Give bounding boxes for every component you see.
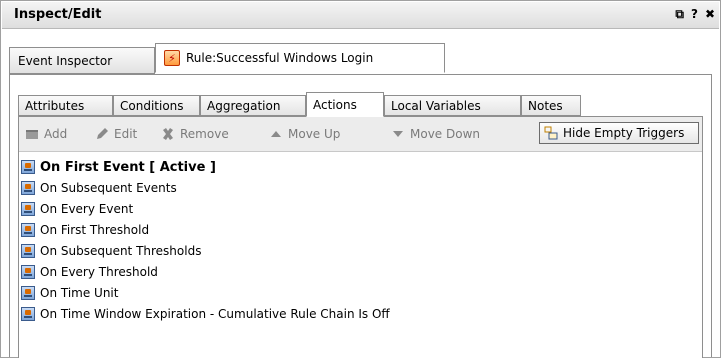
tab-label: Aggregation xyxy=(207,98,281,113)
tab-event-inspector[interactable]: Event Inspector xyxy=(9,47,155,74)
actions-panel: Add Edit Remove Move Up Move Down Hide E… xyxy=(18,116,703,358)
rule-panel: Attributes Conditions Aggregation Action… xyxy=(9,74,712,358)
trigger-label: On First Threshold xyxy=(40,223,150,237)
tab-label: Notes xyxy=(528,98,563,113)
add-icon xyxy=(26,130,38,139)
arrow-down-icon xyxy=(393,131,403,137)
tab-attributes[interactable]: Attributes xyxy=(18,95,113,116)
trigger-icon xyxy=(21,244,35,258)
window-controls: ⧉ ? ✖ xyxy=(675,7,715,22)
list-item[interactable]: On Every Event xyxy=(21,201,133,217)
trigger-icon xyxy=(21,181,35,195)
move-down-label: Move Down xyxy=(410,127,480,141)
list-item[interactable]: On Time Window Expiration - Cumulative R… xyxy=(21,306,390,322)
inspect-edit-window: Inspect/Edit ⧉ ? ✖ Event Inspector ⚡ Rul… xyxy=(0,0,721,358)
tab-actions[interactable]: Actions xyxy=(306,92,384,117)
actions-toolbar: Add Edit Remove Move Up Move Down Hide E… xyxy=(19,117,702,152)
trigger-icon xyxy=(21,286,35,300)
trigger-label: On Time Unit xyxy=(40,286,119,300)
trigger-label: On Time Window Expiration - Cumulative R… xyxy=(40,307,390,321)
hide-triggers-icon xyxy=(544,126,558,140)
list-item[interactable]: On Subsequent Events xyxy=(21,180,177,196)
move-down-button[interactable]: Move Down xyxy=(391,125,480,143)
trigger-label: On Subsequent Thresholds xyxy=(40,244,202,258)
tab-aggregation[interactable]: Aggregation xyxy=(200,95,306,116)
trigger-icon xyxy=(21,307,35,321)
tab-notes[interactable]: Notes xyxy=(521,95,581,116)
add-label: Add xyxy=(44,127,68,141)
remove-button[interactable]: Remove xyxy=(161,125,229,143)
tab-label: Attributes xyxy=(25,98,85,113)
move-up-button[interactable]: Move Up xyxy=(269,125,340,143)
rule-icon: ⚡ xyxy=(164,50,180,66)
edit-button[interactable]: Edit xyxy=(95,125,137,143)
list-item[interactable]: On Time Unit xyxy=(21,285,118,301)
hide-empty-triggers-toggle[interactable]: Hide Empty Triggers xyxy=(539,122,699,144)
trigger-label: On Every Event xyxy=(40,202,134,216)
edit-label: Edit xyxy=(114,127,138,141)
tab-rule[interactable]: ⚡ Rule:Successful Windows Login xyxy=(155,43,445,73)
move-up-label: Move Up xyxy=(288,127,341,141)
hide-empty-label: Hide Empty Triggers xyxy=(563,126,685,140)
trigger-label: On Subsequent Events xyxy=(40,181,177,195)
pencil-icon xyxy=(97,128,108,139)
list-item[interactable]: On First Event [ Active ] xyxy=(21,159,216,175)
add-button[interactable]: Add xyxy=(25,125,67,143)
tab-label: Local Variables xyxy=(391,98,481,113)
list-item[interactable]: On Subsequent Thresholds xyxy=(21,243,201,259)
trigger-icon xyxy=(21,202,35,216)
close-icon[interactable]: ✖ xyxy=(705,7,715,22)
help-icon[interactable]: ? xyxy=(691,7,698,22)
trigger-icon xyxy=(21,265,35,279)
tab-label: Rule:Successful Windows Login xyxy=(186,51,374,65)
trigger-icon xyxy=(21,160,35,174)
tab-local-variables[interactable]: Local Variables xyxy=(384,95,521,116)
title-bar: Inspect/Edit ⧉ ? ✖ xyxy=(2,2,719,29)
tab-label: Actions xyxy=(313,97,357,112)
tab-label: Event Inspector xyxy=(18,53,113,68)
arrow-up-icon xyxy=(271,131,281,137)
trigger-label: On Every Threshold xyxy=(40,265,158,279)
window-title: Inspect/Edit xyxy=(14,7,102,22)
trigger-label: On First Event [ Active ] xyxy=(40,159,216,175)
list-item[interactable]: On First Threshold xyxy=(21,222,149,238)
remove-label: Remove xyxy=(180,127,229,141)
tab-conditions[interactable]: Conditions xyxy=(113,95,200,116)
tab-label: Conditions xyxy=(120,98,184,113)
detach-icon[interactable]: ⧉ xyxy=(675,7,684,22)
trigger-icon xyxy=(21,223,35,237)
remove-x-icon xyxy=(163,128,173,140)
trigger-list: On First Event [ Active ] On Subsequent … xyxy=(21,159,700,358)
list-item[interactable]: On Every Threshold xyxy=(21,264,158,280)
